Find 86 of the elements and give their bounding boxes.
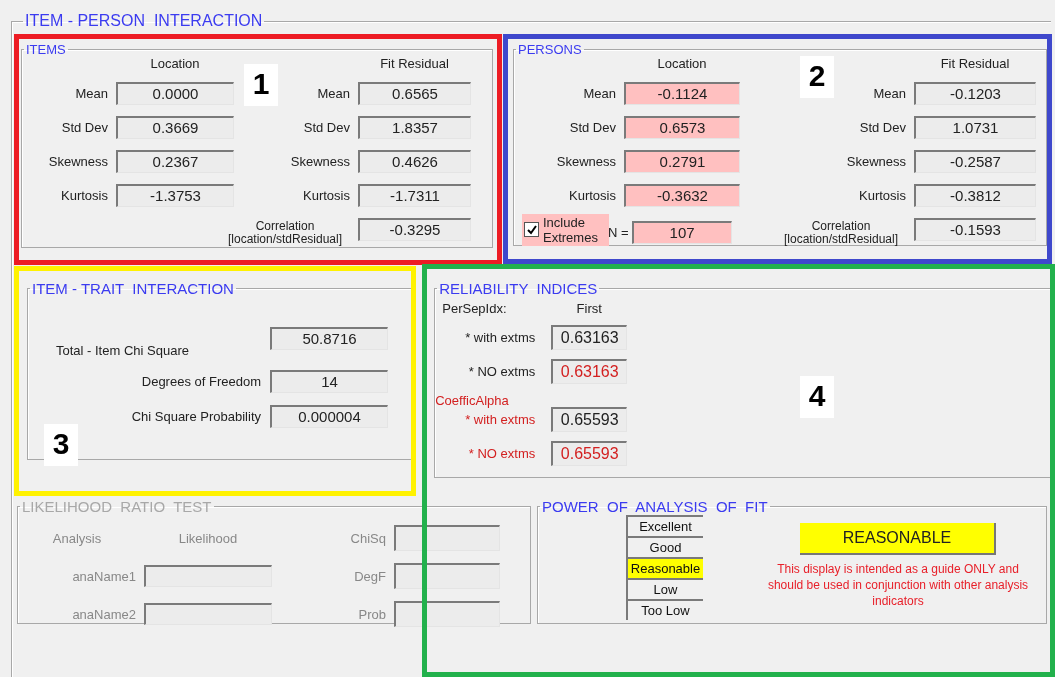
value-field: 0.63163 xyxy=(551,325,628,350)
checkbox-label: Include Extremes xyxy=(543,214,599,245)
row-label: Kurtosis xyxy=(60,188,108,203)
value-field: 0.65593 xyxy=(551,407,628,432)
column-header: Fit Residual xyxy=(939,55,1011,71)
row-label: N = xyxy=(608,225,629,240)
row-label: anaName2 xyxy=(71,606,136,622)
value-field: -0.1124 xyxy=(624,82,740,105)
section-title: ITEM - TRAIT INTERACTION xyxy=(31,280,235,297)
value-field: 0.63163 xyxy=(551,359,628,384)
level-indicator: Good xyxy=(626,536,703,557)
row-label: * with extms xyxy=(464,330,537,345)
result-indicator: REASONABLE xyxy=(800,523,996,555)
row-label: anaName1 xyxy=(71,568,136,584)
value-field: -0.3632 xyxy=(624,184,740,207)
section-title: PERSONS xyxy=(517,42,583,57)
value-field: -0.2587 xyxy=(914,150,1036,173)
section-title: ITEMS xyxy=(25,42,67,57)
checkbox[interactable] xyxy=(524,222,539,237)
value-field: 0.4626 xyxy=(358,150,471,173)
row-label: Chi Square Probability xyxy=(130,409,261,424)
annotation-number: 2 xyxy=(800,56,834,98)
value-field: -0.1203 xyxy=(914,82,1036,105)
value-field: 0.3669 xyxy=(116,116,234,139)
section-title: POWER OF ANALYSIS OF FIT xyxy=(541,498,769,515)
row-label: Degrees of Freedom xyxy=(140,374,261,389)
row-label: Std Dev xyxy=(568,120,616,135)
row-label: * with extms xyxy=(464,412,537,427)
value-field: 0.2791 xyxy=(624,150,740,173)
value-field: 0.65593 xyxy=(551,441,628,466)
value-field: 107 xyxy=(631,221,732,244)
group-label: CoefficAlpha xyxy=(435,393,510,408)
row-label: Std Dev xyxy=(60,120,108,135)
value-field: -1.7311 xyxy=(358,184,471,207)
column-header: Analysis xyxy=(51,530,103,546)
value-field: 1.0731 xyxy=(914,116,1036,139)
annotation-number: 1 xyxy=(244,64,278,106)
row-label: ChiSq xyxy=(349,530,386,546)
row-label: Std Dev xyxy=(858,120,906,135)
row-label: Correlation [location/stdResidual] xyxy=(226,219,344,246)
column-header: First xyxy=(575,301,603,316)
row-label: Kurtosis xyxy=(568,188,616,203)
row-label: Mean xyxy=(872,86,906,101)
row-label: Skewness xyxy=(845,154,906,169)
row-label: Correlation [location/stdResidual] xyxy=(782,219,900,246)
annotation-number: 4 xyxy=(800,376,834,418)
value-field: -0.3812 xyxy=(914,184,1036,207)
value-field: 50.8716 xyxy=(270,327,388,350)
value-field: 0.000004 xyxy=(270,405,388,428)
group-label: PerSepIdx: xyxy=(441,301,508,316)
value-field: 0.0000 xyxy=(116,82,234,105)
row-label: * NO extms xyxy=(467,446,537,461)
value-field: 0.2367 xyxy=(116,150,234,173)
annotation-number: 3 xyxy=(44,424,78,466)
row-label: Prob xyxy=(357,606,386,622)
value-field: -0.3295 xyxy=(358,218,471,241)
column-header: Likelihood xyxy=(177,530,239,546)
value-field: 14 xyxy=(270,370,388,393)
column-header: Fit Residual xyxy=(379,55,450,71)
row-label: Skewness xyxy=(47,154,108,169)
level-indicator: Reasonable xyxy=(626,557,703,578)
row-label: Skewness xyxy=(555,154,616,169)
value-field: 0.6565 xyxy=(358,82,471,105)
warning-note: This display is intended as a guide ONLY and should be used in conjunction with other analysis indicators xyxy=(767,561,1029,609)
column-header: Location xyxy=(149,55,201,71)
row-label: Kurtosis xyxy=(858,188,906,203)
row-label: Mean xyxy=(74,86,108,101)
level-indicator: Low xyxy=(626,578,703,599)
value-field: 1.8357 xyxy=(358,116,471,139)
row-label: Total - Item Chi Square xyxy=(55,343,190,358)
value-field: -1.3753 xyxy=(116,184,234,207)
row-label: Mean xyxy=(582,86,616,101)
level-indicator: Too Low xyxy=(626,599,703,620)
row-label: Std Dev xyxy=(302,120,350,135)
level-indicator: Excellent xyxy=(626,515,703,536)
row-label: DegF xyxy=(353,568,386,584)
column-header: Location xyxy=(656,55,708,71)
row-label: * NO extms xyxy=(467,364,537,379)
row-label: Skewness xyxy=(289,154,350,169)
section-title: RELIABILITY INDICES xyxy=(438,280,599,297)
row-label: Kurtosis xyxy=(302,188,350,203)
value-field: -0.1593 xyxy=(914,218,1036,241)
row-label: Mean xyxy=(316,86,350,101)
panel-title: ITEM - PERSON INTERACTION xyxy=(24,12,264,30)
section-title: LIKELIHOOD RATIO TEST xyxy=(21,498,213,515)
value-field: 0.6573 xyxy=(624,116,740,139)
